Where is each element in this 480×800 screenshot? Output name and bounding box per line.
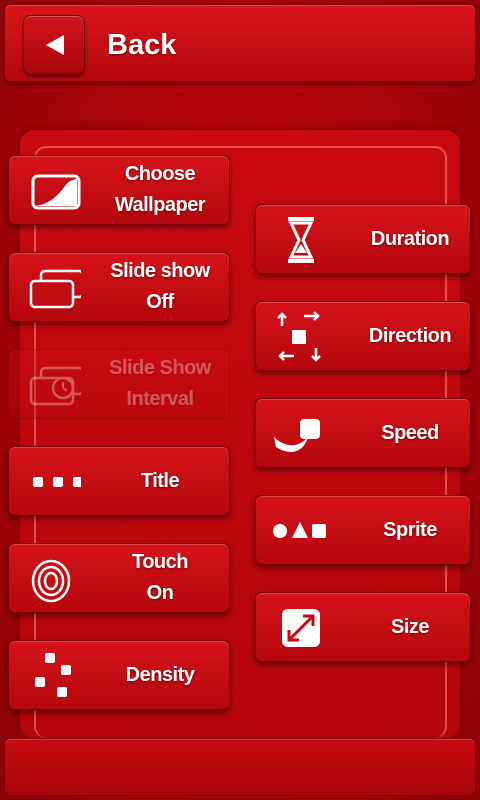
timer-icon: [29, 366, 81, 406]
speed-button[interactable]: Speed: [255, 398, 471, 468]
touch-label-line2: On: [146, 582, 174, 604]
density-icon: [35, 653, 71, 697]
choose-wallpaper-label-line1: Choose: [124, 163, 196, 185]
title-button[interactable]: Title: [8, 446, 230, 516]
header-bar: Back: [4, 4, 476, 82]
direction-label: Direction: [368, 324, 452, 347]
slideshow-toggle-button[interactable]: Slide show Off: [8, 252, 230, 322]
direction-button[interactable]: Direction: [255, 301, 471, 371]
wallpaper-icon: [31, 174, 81, 210]
hourglass-icon: [288, 217, 314, 263]
sprite-label: Sprite: [383, 518, 437, 541]
duration-label: Duration: [370, 227, 450, 250]
direction-arrows-icon: [277, 311, 321, 362]
interval-label-line1: Slide Show: [109, 357, 211, 379]
slideshow-label-line2: Off: [146, 291, 174, 313]
touch-ripple-icon: [31, 559, 71, 603]
sprite-button[interactable]: Sprite: [255, 495, 471, 565]
choose-wallpaper-label-line2: Wallpaper: [114, 194, 206, 216]
size-button[interactable]: Size: [255, 592, 471, 662]
duration-button[interactable]: Duration: [255, 204, 471, 274]
density-label: Density: [125, 663, 195, 686]
title-label: Title: [140, 469, 180, 492]
size-label: Size: [390, 615, 430, 638]
shapes-icon: [273, 522, 326, 538]
slideshow-interval-button: Slide Show Interval: [8, 349, 230, 419]
touch-label-line1: Touch: [131, 551, 189, 573]
back-arrow-icon: [46, 35, 64, 55]
back-label[interactable]: Back: [107, 29, 176, 62]
speed-label: Speed: [381, 421, 439, 444]
interval-label-line2: Interval: [126, 388, 194, 410]
density-button[interactable]: Density: [8, 640, 230, 710]
choose-wallpaper-button[interactable]: Choose Wallpaper: [8, 155, 230, 225]
footer-bar: [4, 738, 476, 796]
back-button[interactable]: [23, 15, 85, 75]
touch-toggle-button[interactable]: Touch On: [8, 543, 230, 613]
slideshow-icon: [29, 269, 81, 309]
dots-icon: [33, 477, 81, 487]
speed-icon: [274, 419, 320, 452]
resize-icon: [282, 609, 320, 647]
slideshow-label-line1: Slide show: [110, 260, 210, 282]
